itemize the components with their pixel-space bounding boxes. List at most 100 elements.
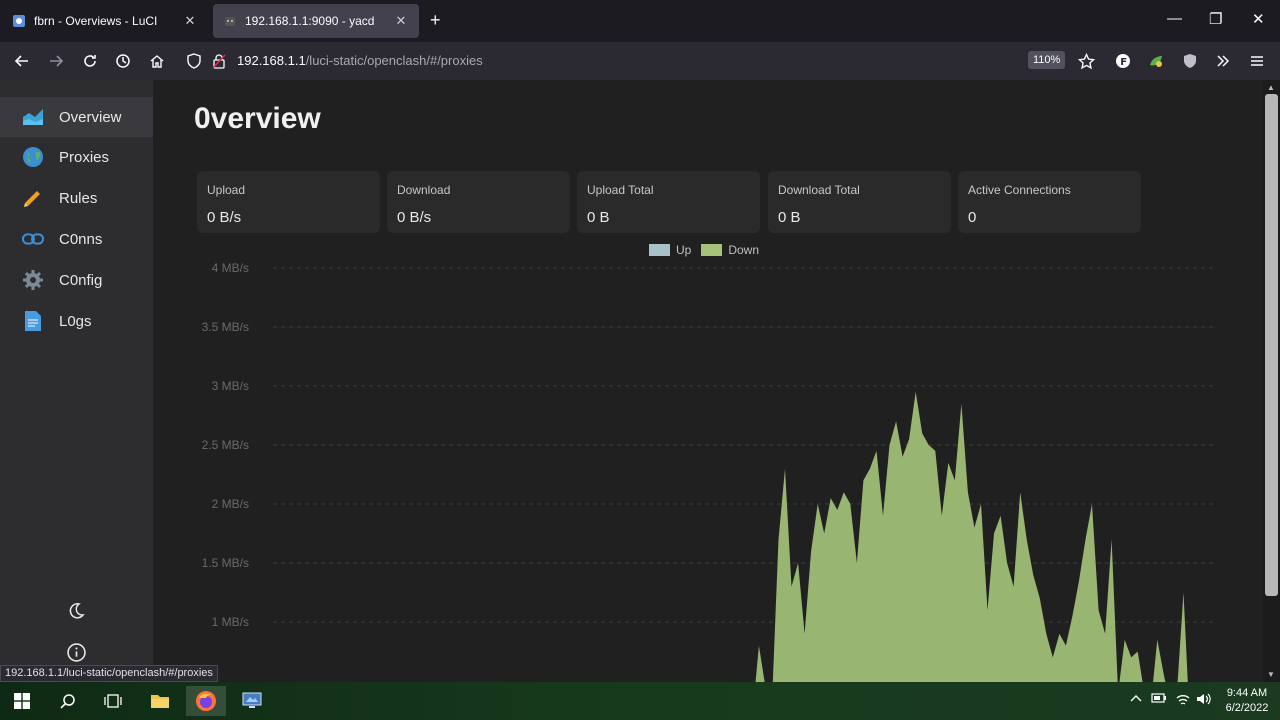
- search-icon[interactable]: [48, 686, 88, 716]
- main-content: 0verview Upload 0 B/s Download 0 B/s Upl…: [153, 80, 1263, 682]
- stat-label: Download: [397, 183, 451, 197]
- link-status-bar: 192.168.1.1/luci-static/openclash/#/prox…: [0, 665, 218, 682]
- url-text: 192.168.1.1/luci-static/openclash/#/prox…: [237, 53, 483, 68]
- globe-icon: [22, 146, 44, 168]
- legend-label: Down: [728, 243, 760, 257]
- sidebar-item-logs[interactable]: L0gs: [0, 301, 153, 341]
- clock-time: 9:44 AM: [1226, 687, 1268, 699]
- y-tick-label: 2.5 MB/s: [202, 438, 249, 452]
- document-icon: [22, 310, 44, 332]
- sidebar-item-label: Proxies: [59, 148, 110, 166]
- svg-text:F: F: [1120, 57, 1127, 68]
- address-bar[interactable]: 192.168.1.1/luci-static/openclash/#/prox…: [178, 46, 1068, 76]
- speaker-volume-icon[interactable]: [1196, 692, 1212, 709]
- bookmark-star-icon[interactable]: [1075, 50, 1097, 72]
- y-tick-label: 1 MB/s: [212, 615, 249, 629]
- minimize-icon[interactable]: —: [1167, 10, 1182, 27]
- home-icon[interactable]: [146, 50, 168, 72]
- shield-favicon-icon: [12, 14, 26, 28]
- close-tab-icon[interactable]: ✕: [393, 13, 409, 29]
- moon-theme-icon[interactable]: [66, 601, 86, 621]
- browser-tab-strip: fbrn - Overviews - LuCI ✕ 192.168.1.1:90…: [0, 0, 1280, 42]
- extension-shield-icon[interactable]: [1179, 50, 1201, 72]
- stat-label: Upload: [207, 183, 246, 197]
- sidebar-item-label: C0nns: [59, 230, 103, 248]
- overflow-chevrons-icon[interactable]: [1212, 50, 1234, 72]
- file-explorer-icon[interactable]: [140, 686, 180, 716]
- show-hidden-icons-chevron-icon[interactable]: [1130, 692, 1142, 706]
- tab-yacd[interactable]: 192.168.1.1:9090 - yacd ✕: [213, 4, 419, 38]
- scrollbar-thumb[interactable]: [1265, 94, 1278, 596]
- stat-label: Upload Total: [587, 183, 654, 197]
- sidebar-item-config[interactable]: C0nfig: [0, 260, 153, 300]
- page-title: 0verview: [194, 102, 321, 135]
- scroll-up-arrow-icon[interactable]: ▲: [1267, 83, 1275, 92]
- chart-area-icon: [22, 106, 44, 128]
- scroll-down-arrow-icon[interactable]: ▼: [1267, 670, 1275, 679]
- sidebar: Overview Proxies Rules C0nns C0nfig L0gs: [0, 80, 153, 682]
- chart-legend: Up Down: [649, 243, 769, 257]
- stat-value: 0 B/s: [397, 209, 432, 226]
- browser-nav-bar: 192.168.1.1/luci-static/openclash/#/prox…: [0, 42, 1280, 80]
- info-icon[interactable]: [66, 642, 86, 662]
- y-tick-label: 1.5 MB/s: [202, 556, 249, 570]
- stat-value: 0: [968, 209, 977, 226]
- stat-card-upload: Upload 0 B/s: [197, 171, 380, 233]
- sidebar-item-proxies[interactable]: Proxies: [0, 137, 153, 177]
- down-series-area: [755, 391, 1188, 682]
- sidebar-item-rules[interactable]: Rules: [0, 178, 153, 218]
- ruler-icon: [22, 187, 44, 209]
- remote-desktop-icon[interactable]: [232, 686, 272, 716]
- sidebar-item-label: Rules: [59, 189, 98, 207]
- clock-date: 6/2/2022: [1225, 702, 1269, 714]
- y-tick-label: 3.5 MB/s: [202, 320, 249, 334]
- sidebar-item-overview[interactable]: Overview: [0, 97, 153, 137]
- legend-swatch-down: [701, 244, 723, 256]
- insecure-lock-icon[interactable]: [212, 53, 226, 74]
- url-host: 192.168.1.1: [237, 53, 306, 68]
- new-tab-icon[interactable]: +: [430, 10, 441, 31]
- legend-item-up[interactable]: Up: [649, 243, 691, 257]
- y-tick-label: 4 MB/s: [212, 261, 249, 275]
- link-icon: [22, 228, 44, 250]
- stat-card-upload-total: Upload Total 0 B: [577, 171, 760, 233]
- task-view-icon[interactable]: [93, 686, 133, 716]
- hamburger-menu-icon[interactable]: [1246, 50, 1268, 72]
- forward-arrow-icon[interactable]: [45, 50, 67, 72]
- page-scrollbar[interactable]: ▲ ▼: [1263, 80, 1280, 682]
- reload-icon[interactable]: [79, 50, 101, 72]
- close-window-icon[interactable]: ✕: [1252, 10, 1265, 28]
- wifi-icon[interactable]: [1175, 692, 1191, 709]
- history-clock-icon[interactable]: [112, 50, 134, 72]
- system-clock[interactable]: 9:44 AM 6/2/2022: [1216, 686, 1278, 716]
- restore-icon[interactable]: ❐: [1209, 10, 1222, 28]
- tracking-shield-icon[interactable]: [186, 53, 202, 74]
- y-tick-label: 2 MB/s: [212, 497, 249, 511]
- y-tick-label: 3 MB/s: [212, 379, 249, 393]
- firefox-icon[interactable]: [186, 686, 226, 716]
- stat-value: 0 B: [587, 209, 610, 226]
- back-arrow-icon[interactable]: [11, 50, 33, 72]
- extension-f-icon[interactable]: F: [1112, 50, 1134, 72]
- tab-title: fbrn - Overviews - LuCI: [34, 14, 158, 28]
- stat-value: 0 B: [778, 209, 801, 226]
- stat-value: 0 B/s: [207, 209, 242, 226]
- legend-item-down[interactable]: Down: [701, 243, 759, 257]
- gear-icon: [22, 269, 44, 291]
- traffic-chart: 4 MB/s 3.5 MB/s 3 MB/s 2.5 MB/s 2 MB/s 1.5 MB…: [202, 261, 1215, 682]
- stat-card-active-connections: Active Connections 0: [958, 171, 1141, 233]
- battery-icon[interactable]: [1151, 692, 1167, 707]
- yacd-app: Overview Proxies Rules C0nns C0nfig L0gs…: [0, 80, 1280, 682]
- sidebar-item-conns[interactable]: C0nns: [0, 219, 153, 259]
- tab-title: 192.168.1.1:9090 - yacd: [245, 14, 375, 28]
- extension-leaf-icon[interactable]: [1145, 50, 1167, 72]
- zoom-level-badge[interactable]: 110%: [1028, 51, 1066, 69]
- sidebar-item-label: Overview: [59, 108, 122, 126]
- windows-start-icon[interactable]: [2, 686, 42, 716]
- stat-label: Download Total: [778, 183, 860, 197]
- legend-swatch-up: [649, 244, 670, 256]
- close-tab-icon[interactable]: ✕: [182, 13, 198, 29]
- legend-label: Up: [676, 243, 692, 257]
- tab-luci[interactable]: fbrn - Overviews - LuCI ✕: [2, 4, 208, 38]
- url-path: /luci-static/openclash/#/proxies: [305, 53, 483, 68]
